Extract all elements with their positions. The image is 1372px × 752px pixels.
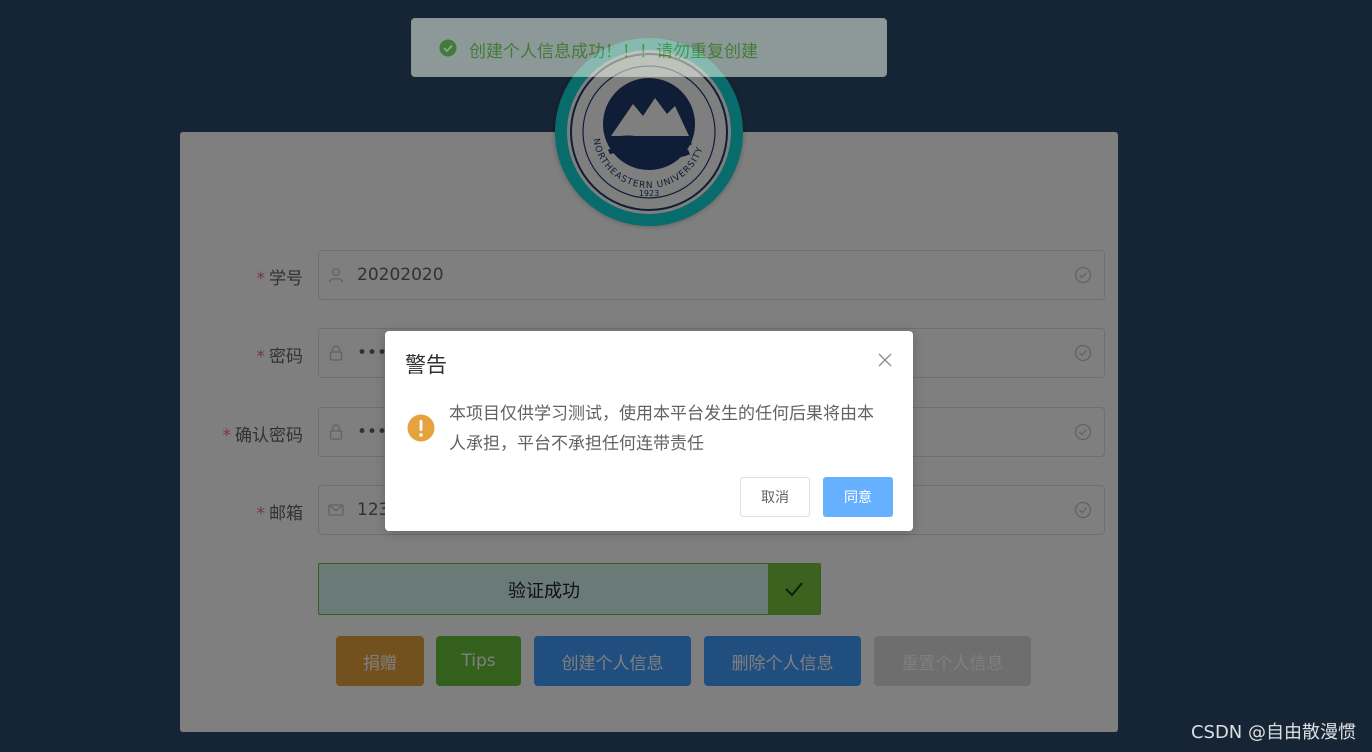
dialog-message: 本项目仅供学习测试，使用本平台发生的任何后果将由本人承担，平台不承担任何连带责任 (449, 404, 874, 454)
toast-message: 创建个人信息成功！！！请勿重复创建 (469, 42, 758, 62)
success-toast: 创建个人信息成功！！！请勿重复创建 (411, 18, 887, 77)
check-circle-icon (439, 39, 457, 57)
dialog-title: 警告 (405, 353, 447, 377)
close-icon[interactable] (877, 352, 893, 368)
warning-dialog: 警告 本项目仅供学习测试，使用本平台发生的任何后果将由本人承担，平台不承担任何连… (385, 331, 913, 531)
cancel-button[interactable]: 取消 (740, 477, 810, 517)
warning-icon (407, 414, 435, 442)
agree-button[interactable]: 同意 (823, 477, 893, 517)
watermark: CSDN @自由散漫惯 (1190, 722, 1356, 743)
